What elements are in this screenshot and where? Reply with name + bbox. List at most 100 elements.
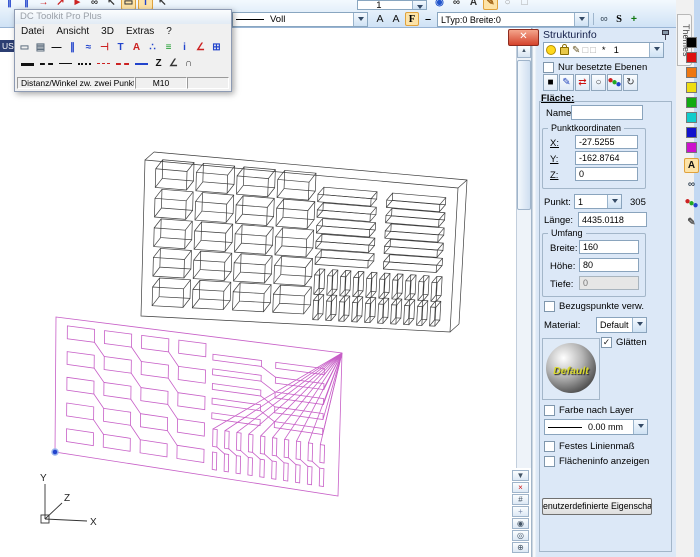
ltyp-dropdown-button[interactable]	[574, 13, 588, 26]
palette-icon[interactable]: ●	[607, 74, 622, 91]
laenge-input[interactable]: 4435.0118	[578, 212, 647, 227]
layer-filter-select[interactable]: ✎ □ □ * 1	[543, 42, 664, 58]
layers-icon[interactable]: ≡	[161, 40, 176, 55]
palette-color-6[interactable]	[686, 127, 697, 138]
bezugspunkte-checkbox[interactable]	[544, 301, 555, 312]
close-view-button[interactable]: ×	[512, 482, 529, 493]
copy-icon[interactable]: ▤	[33, 40, 48, 55]
line-style-4[interactable]	[97, 63, 110, 65]
angle-icon[interactable]: ∠	[166, 56, 181, 71]
menu-item-2[interactable]: 3D	[101, 26, 114, 39]
palette-color-1[interactable]	[686, 52, 697, 63]
breite-input[interactable]: 160	[579, 240, 639, 254]
glasses-icon[interactable]: ∞	[597, 12, 611, 26]
punkt-dropdown-button[interactable]	[607, 195, 621, 208]
disabled-circle-icon[interactable]: ○	[500, 0, 515, 10]
layer-filter-dropdown-button[interactable]	[649, 43, 663, 57]
points-icon[interactable]: ∴	[145, 40, 160, 55]
custom-properties-button[interactable]: enutzerdefinierte Eigenschafte	[542, 498, 652, 515]
line-button[interactable]: –	[421, 12, 435, 26]
letter-icon[interactable]: A	[129, 40, 144, 55]
hoehe-input[interactable]: 80	[579, 258, 639, 272]
z-input[interactable]: 0	[575, 167, 638, 181]
menu-item-1[interactable]: Ansicht	[56, 26, 89, 39]
grid-toggle-button[interactable]: #	[512, 494, 529, 505]
linestyle-dropdown-button[interactable]	[353, 13, 367, 26]
sphere-icon[interactable]: ◉	[432, 0, 447, 10]
grab-icon[interactable]: ✎	[483, 0, 498, 10]
polyline-icon[interactable]: ≈	[81, 40, 96, 55]
text-style-button[interactable]: A	[684, 158, 699, 173]
glaetten-checkbox[interactable]: ✓	[601, 337, 612, 348]
pan-button[interactable]: +	[512, 506, 529, 517]
y-input[interactable]: -162.8764	[575, 151, 638, 165]
linewidth-dropdown-button[interactable]	[633, 420, 647, 434]
font-smaller-button[interactable]: A	[389, 12, 403, 26]
palette-color-7[interactable]	[686, 142, 697, 153]
layer-select[interactable]: 1	[357, 0, 427, 10]
palette-color-3[interactable]	[686, 82, 697, 93]
menu-item-0[interactable]: Datei	[21, 26, 44, 39]
material-select[interactable]: Default	[596, 317, 647, 333]
arc-icon[interactable]: ∩	[181, 56, 196, 71]
dimension-icon[interactable]: ⊣	[97, 40, 112, 55]
spline-button[interactable]: S	[612, 12, 626, 26]
font-bigger-button[interactable]: A	[373, 12, 387, 26]
parallel-icon[interactable]: ∥	[65, 40, 80, 55]
pen-icon[interactable]: ✎	[684, 215, 699, 230]
name-input[interactable]	[571, 105, 643, 120]
screen-icon[interactable]: ▭	[17, 40, 32, 55]
rotate-icon[interactable]: ↻	[623, 74, 638, 91]
layer-dropdown-button[interactable]	[412, 1, 426, 9]
farbe-layer-checkbox[interactable]	[544, 405, 555, 416]
menu-item-3[interactable]: Extras	[126, 26, 154, 39]
glasses-icon[interactable]: ∞	[684, 177, 699, 192]
festes-checkbox[interactable]	[544, 441, 555, 452]
line-style-0[interactable]	[21, 63, 34, 67]
flaecheninfo-checkbox[interactable]	[544, 456, 555, 467]
vertical-scrollbar[interactable]: ▲	[516, 44, 532, 468]
linewidth-select[interactable]: 0.00 mm	[544, 419, 648, 435]
swap-arrows-icon[interactable]: ⇄	[575, 74, 590, 91]
nur-besetzte-checkbox[interactable]	[543, 62, 554, 73]
linestyle-select[interactable]: Voll	[232, 12, 368, 27]
palette-color-2[interactable]	[686, 67, 697, 78]
scroll-thumb[interactable]	[517, 60, 531, 210]
close-document-button[interactable]: ✕	[508, 29, 539, 46]
palette-color-5[interactable]	[686, 112, 697, 123]
circle-icon[interactable]: ○	[591, 74, 606, 91]
palette-color-0[interactable]	[686, 37, 697, 48]
colors-icon[interactable]: ●	[684, 196, 699, 211]
text-a-icon[interactable]: A	[466, 0, 481, 10]
x-input[interactable]: -27.5255	[575, 135, 638, 149]
disabled-box-icon[interactable]: □	[517, 0, 532, 10]
thick-line-icon[interactable]: —	[49, 40, 64, 55]
black-square-icon[interactable]: ■	[543, 74, 558, 91]
material-dropdown-button[interactable]	[632, 318, 646, 332]
line-style-6[interactable]	[135, 63, 148, 66]
z-order-icon[interactable]: Z	[151, 56, 166, 71]
text-icon[interactable]: T	[113, 40, 128, 55]
menu-item-4[interactable]: ?	[166, 26, 172, 39]
drawing-canvas[interactable]: YXZ	[0, 27, 516, 557]
ltyp-select[interactable]: LTyp:0 Breite:0	[437, 12, 589, 27]
markup-icon[interactable]: ✎	[559, 74, 574, 91]
zoom-in-button[interactable]: ⊕	[512, 542, 529, 553]
line-style-2[interactable]	[59, 63, 72, 65]
line-style-1[interactable]	[40, 63, 53, 66]
font-button[interactable]: F	[405, 12, 419, 26]
pin-icon[interactable]	[661, 30, 670, 40]
zoom-extents-button[interactable]: ◎	[512, 530, 529, 541]
info-icon[interactable]: i	[177, 40, 192, 55]
zoom-window-button[interactable]: ◉	[512, 518, 529, 529]
angle-measure-icon[interactable]: ∠	[193, 40, 208, 55]
view-a-icon[interactable]: ∞	[449, 0, 464, 10]
line-style-5[interactable]	[116, 63, 129, 66]
line-style-3[interactable]	[78, 63, 91, 66]
drawing-area[interactable]: YXZ	[0, 27, 516, 557]
punkt-select[interactable]: 1	[574, 194, 622, 209]
palette-color-4[interactable]	[686, 97, 697, 108]
panel-icon[interactable]: ⊞	[209, 40, 224, 55]
scroll-up-button[interactable]: ▲	[517, 45, 531, 58]
scroll-menu-button[interactable]: ▼	[512, 470, 529, 481]
